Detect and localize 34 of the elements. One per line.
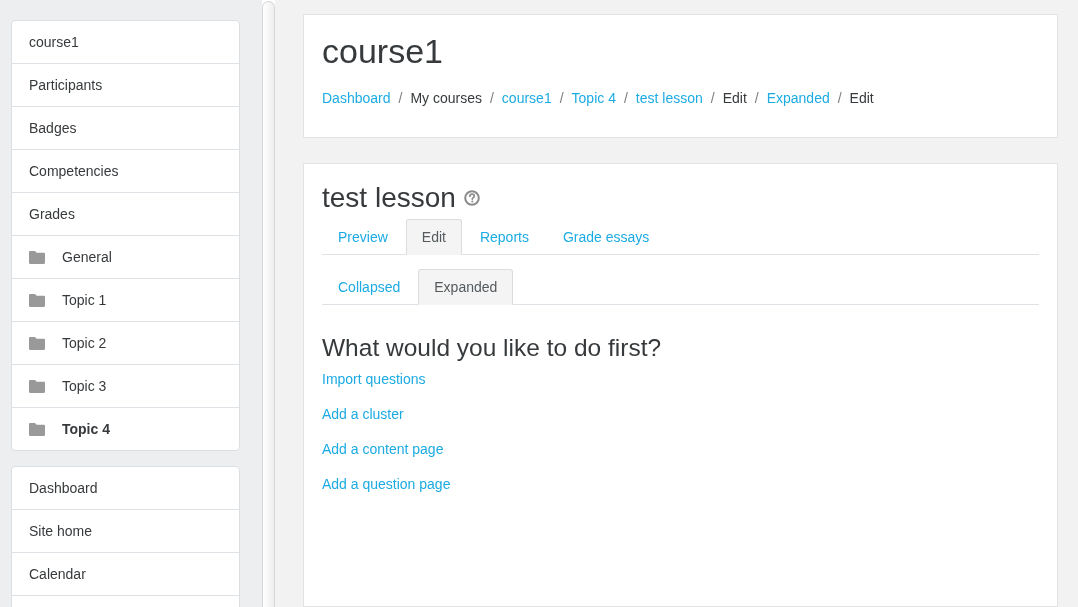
breadcrumb-separator: /	[622, 89, 629, 108]
nav-item[interactable]: Site home	[12, 509, 239, 552]
breadcrumb-text: Edit	[849, 89, 874, 108]
breadcrumb-text: Edit	[722, 89, 747, 108]
nav-item[interactable]: Topic 2	[12, 321, 239, 364]
folder-icon	[29, 250, 45, 264]
nav-item[interactable]: Competencies	[12, 149, 239, 192]
page-title: course1	[322, 31, 444, 72]
nav-item[interactable]: Badges	[12, 106, 239, 149]
nav-item[interactable]: Participants	[12, 63, 239, 106]
breadcrumb-separator: /	[558, 89, 565, 108]
section-heading: What would you like to do first?	[322, 333, 663, 363]
breadcrumb-separator: /	[836, 89, 843, 108]
breadcrumb-separator: /	[753, 89, 760, 108]
breadcrumb-text: My courses	[410, 89, 482, 108]
folder-icon	[29, 379, 45, 393]
folder-icon	[29, 293, 45, 307]
folder-icon	[29, 336, 45, 350]
nav-item[interactable]: Topic 3	[12, 364, 239, 407]
tab[interactable]: Edit	[405, 219, 462, 255]
activity-title: test lesson	[322, 181, 456, 215]
nav-item[interactable]: Topic 4	[12, 407, 239, 450]
breadcrumb-separator: /	[709, 89, 716, 108]
nav-item[interactable]: course1	[12, 21, 239, 63]
breadcrumb-separator: /	[397, 89, 404, 108]
nav-item[interactable]: General	[12, 235, 239, 278]
tab[interactable]: Expanded	[418, 269, 514, 305]
nav-item[interactable]: Topic 1	[12, 278, 239, 321]
nav-item[interactable]: Dashboard	[12, 467, 239, 509]
nav-item[interactable]: Grades	[12, 192, 239, 235]
folder-icon	[29, 422, 45, 436]
help-icon[interactable]	[463, 190, 480, 206]
scrollbar[interactable]	[262, 1, 275, 607]
breadcrumb-separator: /	[488, 89, 495, 108]
